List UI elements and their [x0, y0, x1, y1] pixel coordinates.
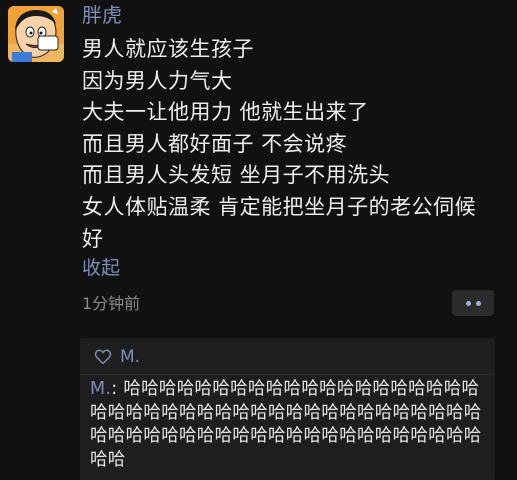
comment-author[interactable]: M. [90, 379, 111, 399]
comment-item[interactable]: M.: 哈哈哈哈哈哈哈哈哈哈哈哈哈哈哈哈哈哈哈哈哈哈哈哈哈哈哈哈哈哈哈哈哈哈哈哈… [90, 378, 490, 472]
comment-separator: : [111, 379, 124, 399]
comment-text: 哈哈哈哈哈哈哈哈哈哈哈哈哈哈哈哈哈哈哈哈哈哈哈哈哈哈哈哈哈哈哈哈哈哈哈哈哈哈哈哈… [90, 379, 482, 470]
post-line: 大夫一让他用力 他就生出来了 [82, 100, 369, 125]
more-actions-button[interactable] [452, 290, 494, 316]
post-author-name[interactable]: 胖虎 [82, 3, 122, 27]
post-line: 男人就应该生孩子 [82, 37, 254, 61]
heart-outline-icon [94, 349, 112, 365]
post-line: 女人体贴温柔 肯定能把坐月子的老公伺候 [82, 194, 477, 219]
post-line: 好 [82, 226, 104, 251]
post-line: 因为男人力气大 [82, 68, 233, 93]
likes-row: M. [94, 344, 140, 370]
comments-panel: M. M.: 哈哈哈哈哈哈哈哈哈哈哈哈哈哈哈哈哈哈哈哈哈哈哈哈哈哈哈哈哈哈哈哈哈… [80, 338, 495, 480]
more-dot-icon [475, 300, 481, 306]
avatar[interactable] [8, 6, 64, 62]
post-timestamp: 1分钟前 [82, 294, 141, 313]
avatar-image [8, 6, 64, 62]
more-dot-icon [465, 300, 471, 306]
collapse-link[interactable]: 收起 [82, 255, 120, 281]
post-body: 男人就应该生孩子 因为男人力气大 大夫一让他用力 他就生出来了 而且男人都好面子… [82, 34, 512, 255]
likes-divider [80, 374, 495, 375]
post-line: 而且男人都好面子 不会说疼 [82, 131, 348, 156]
post-line: 而且男人头发短 坐月子不用洗头 [82, 163, 391, 188]
liked-by-name[interactable]: M. [120, 347, 140, 367]
